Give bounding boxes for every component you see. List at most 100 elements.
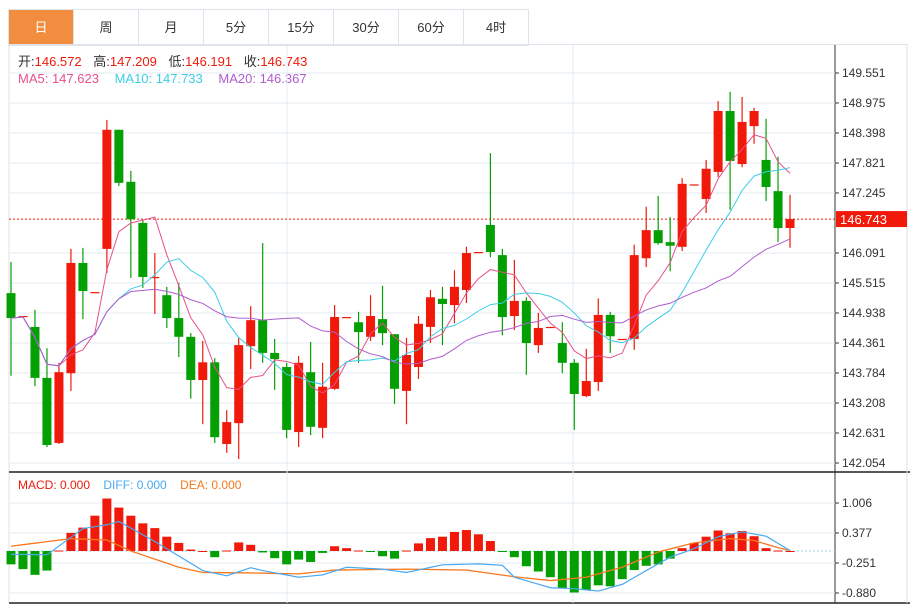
candle-body — [593, 314, 603, 383]
candle — [6, 261, 16, 376]
candle-body — [210, 362, 220, 438]
macd-bar — [749, 536, 759, 551]
macd-tick-label: -0.880 — [842, 586, 876, 600]
candle-body — [6, 293, 16, 319]
macd-bar — [54, 550, 64, 552]
price-tick-label: 148.975 — [842, 96, 886, 110]
candle — [533, 312, 543, 353]
price-tick-label: 142.054 — [842, 456, 886, 470]
candle — [437, 286, 447, 346]
macd-bar — [402, 550, 412, 552]
macd-bar — [425, 538, 435, 551]
candle — [390, 334, 400, 404]
price-tick-label: 144.938 — [842, 306, 886, 320]
candle-body — [449, 286, 459, 306]
candle-body — [497, 255, 507, 318]
candle-body — [425, 297, 435, 327]
candle-body — [54, 372, 64, 443]
candle — [605, 311, 615, 353]
candle — [402, 337, 412, 425]
candle-body — [162, 295, 172, 319]
candle-body — [402, 355, 412, 391]
price-tick-label: 142.631 — [842, 426, 886, 440]
candle — [318, 362, 328, 439]
macd-bar — [390, 551, 400, 559]
candle-body — [713, 111, 723, 172]
candle — [210, 358, 220, 443]
candle — [629, 244, 639, 350]
macd-bar — [210, 551, 220, 558]
candle-body — [342, 317, 352, 319]
macd-tick-label: -0.251 — [842, 556, 876, 570]
macd-bar — [330, 546, 340, 551]
macd-bar — [593, 551, 603, 586]
macd-bar — [533, 551, 543, 572]
candle-body — [605, 314, 615, 337]
macd-bar — [761, 548, 771, 551]
candle — [521, 297, 531, 375]
candle-body — [270, 352, 280, 360]
candle-body — [785, 219, 795, 228]
candle-body — [234, 345, 244, 424]
candle — [258, 243, 268, 363]
price-tick-label: 148.398 — [842, 126, 886, 140]
candle-body — [198, 362, 208, 380]
macd-bar — [605, 551, 615, 587]
macd-bar — [413, 543, 423, 551]
candle — [330, 305, 340, 390]
price-tick-label: 143.208 — [842, 396, 886, 410]
macd-bar — [437, 536, 447, 551]
candle — [102, 119, 112, 273]
macd-bar — [581, 551, 591, 591]
candle-body — [90, 292, 100, 294]
macd-bar — [521, 551, 531, 567]
macd-bar — [186, 549, 196, 551]
candle-body — [114, 129, 124, 183]
macd-bar — [18, 551, 28, 570]
last-price-label: 146.743 — [840, 212, 887, 227]
candle-body — [521, 300, 531, 344]
candle-body — [437, 298, 447, 305]
macd-bar — [198, 551, 208, 552]
candle-body — [413, 323, 423, 367]
macd-bar — [725, 533, 735, 551]
candle — [497, 248, 507, 336]
candle — [713, 101, 723, 178]
candle — [413, 315, 423, 379]
macd-bar — [246, 544, 256, 551]
candle — [653, 195, 663, 245]
candle-body — [701, 168, 711, 199]
macd-bar — [222, 550, 232, 552]
macd-bar — [569, 551, 579, 593]
candle-body — [641, 230, 651, 259]
price-tick-label: 146.091 — [842, 246, 886, 260]
candle — [689, 184, 699, 186]
macd-bar — [461, 530, 471, 551]
candle — [246, 306, 256, 370]
macd-bar — [485, 540, 495, 551]
candle — [114, 129, 124, 186]
candle — [569, 359, 579, 430]
candle-body — [126, 181, 136, 220]
macd-bar — [282, 551, 292, 565]
candle-body — [689, 184, 699, 186]
candle-body — [509, 300, 519, 316]
macd-bar — [42, 551, 52, 571]
macd-bar — [306, 551, 316, 562]
candle-body — [354, 322, 364, 333]
candle — [509, 259, 519, 331]
candle — [342, 317, 352, 319]
macd-bar — [126, 515, 136, 551]
candle — [449, 270, 459, 324]
candle-body — [545, 326, 555, 329]
candle — [485, 153, 495, 258]
candle-body — [653, 230, 663, 244]
price-tick-label: 147.245 — [842, 186, 886, 200]
candle-body — [737, 121, 747, 165]
candle-body — [749, 111, 759, 127]
price-tick-label: 147.821 — [842, 156, 886, 170]
candle-body — [557, 343, 567, 363]
candle — [66, 248, 76, 391]
candlestick-chart[interactable]: 149.551 148.975 148.398 147.821 147.245 146.0… — [0, 0, 915, 605]
ma5-line — [10, 134, 791, 394]
